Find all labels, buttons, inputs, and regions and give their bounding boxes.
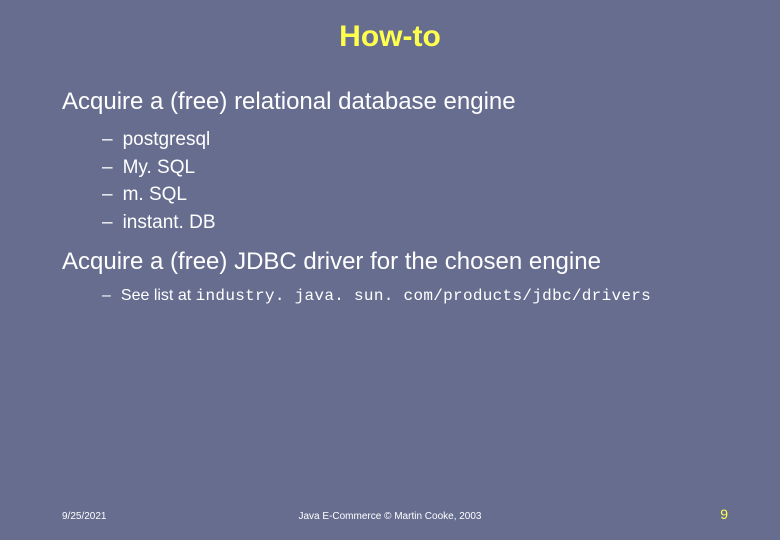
- list-item: – m. SQL: [102, 181, 750, 209]
- dash-icon: –: [102, 209, 113, 237]
- footer-page-number: 9: [720, 506, 728, 522]
- list-item: – My. SQL: [102, 154, 750, 182]
- footer-date: 9/25/2021: [62, 511, 107, 522]
- list-item: – postgresql: [102, 126, 750, 154]
- slide-content: Acquire a (free) relational database eng…: [0, 88, 780, 308]
- dash-icon: –: [102, 154, 113, 182]
- section-1-list: – postgresql – My. SQL – m. SQL – instan…: [62, 126, 750, 236]
- dash-icon: –: [102, 181, 113, 209]
- footer-center: Java E-Commerce © Martin Cooke, 2003: [299, 511, 482, 522]
- list-item-label: postgresql: [123, 126, 211, 154]
- section-2-heading: Acquire a (free) JDBC driver for the cho…: [62, 248, 750, 276]
- section-2-list: – See list at industry. java. sun. com/p…: [62, 284, 750, 308]
- dash-icon: –: [102, 126, 113, 154]
- list-item-label: m. SQL: [123, 181, 187, 209]
- note-prefix: See list at: [121, 287, 196, 304]
- list-item-label: My. SQL: [123, 154, 196, 182]
- list-item: – instant. DB: [102, 209, 750, 237]
- note-code: industry. java. sun. com/products/jdbc/d…: [196, 287, 651, 305]
- slide-title: How-to: [0, 0, 780, 88]
- list-item-label: See list at industry. java. sun. com/pro…: [121, 284, 651, 308]
- dash-icon: –: [102, 284, 111, 308]
- section-1-heading: Acquire a (free) relational database eng…: [62, 88, 750, 116]
- list-item-label: instant. DB: [123, 209, 216, 237]
- list-item: – See list at industry. java. sun. com/p…: [102, 284, 750, 308]
